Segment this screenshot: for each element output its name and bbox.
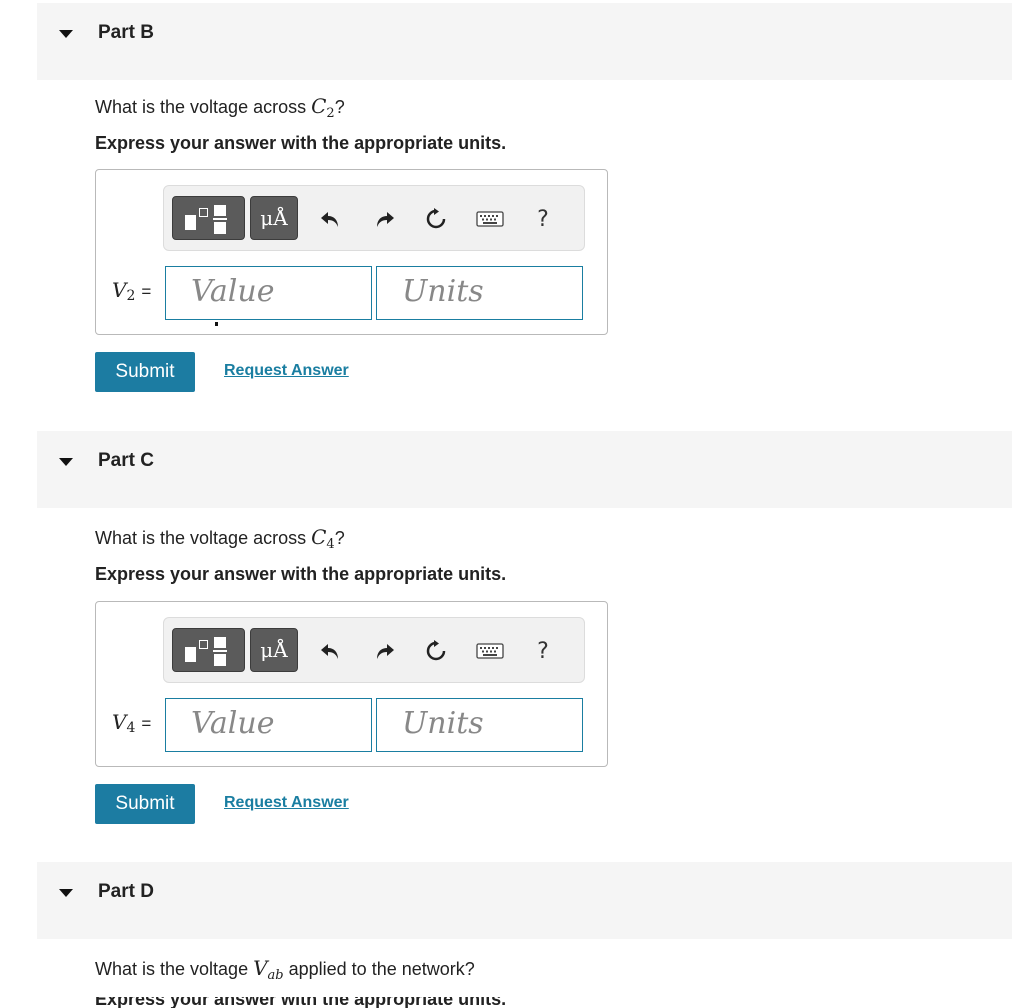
help-icon[interactable]: ? (529, 637, 557, 665)
part-title: Part C (98, 450, 154, 471)
keyboard-icon[interactable] (475, 637, 505, 665)
collapse-caret-icon[interactable] (59, 458, 73, 466)
instruction-text: Express your answer with the appropriate… (95, 564, 507, 584)
templates-icon[interactable] (172, 196, 245, 240)
collapse-caret-icon[interactable] (59, 889, 73, 897)
math-toolbar: μÅ ? (163, 617, 585, 683)
collapse-caret-icon[interactable] (59, 30, 73, 38)
units-input[interactable]: Units (376, 266, 583, 320)
part-d-header[interactable]: Part D (37, 862, 1012, 939)
variable-label: V2 = (112, 278, 152, 304)
math-toolbar: μÅ ? (163, 185, 585, 251)
answer-box: μÅ ? V4 = Value Units (95, 601, 608, 767)
reset-icon[interactable] (422, 205, 450, 233)
request-answer-link[interactable]: Request Answer (224, 362, 349, 380)
part-c-header[interactable]: Part C (37, 431, 1012, 508)
units-button[interactable]: μÅ (250, 628, 298, 672)
part-b-header[interactable]: Part B (37, 3, 1012, 80)
undo-icon[interactable] (316, 637, 344, 665)
mouse-cursor (215, 322, 218, 326)
instruction-text: Express your answer with the appropriate… (95, 133, 507, 153)
value-input[interactable]: Value (165, 266, 372, 320)
request-answer-link[interactable]: Request Answer (224, 794, 349, 812)
help-icon[interactable]: ? (529, 205, 557, 233)
answer-box: μÅ ? V2 = Value Units (95, 169, 608, 335)
part-title: Part B (98, 22, 154, 43)
variable-label: V4 = (112, 710, 152, 736)
templates-icon[interactable] (172, 628, 245, 672)
question-text: What is the voltage across C4? (95, 525, 345, 552)
reset-icon[interactable] (422, 637, 450, 665)
submit-button[interactable]: Submit (95, 352, 195, 392)
instruction-text: Express your answer with the appropriate… (95, 997, 507, 1008)
submit-button[interactable]: Submit (95, 784, 195, 824)
undo-icon[interactable] (316, 205, 344, 233)
units-input[interactable]: Units (376, 698, 583, 752)
value-input[interactable]: Value (165, 698, 372, 752)
units-button[interactable]: μÅ (250, 196, 298, 240)
redo-icon[interactable] (371, 205, 399, 233)
keyboard-icon[interactable] (475, 205, 505, 233)
question-text: What is the voltage across C2? (95, 94, 345, 121)
question-text: What is the voltage Vab applied to the n… (95, 956, 475, 983)
redo-icon[interactable] (371, 637, 399, 665)
part-title: Part D (98, 881, 154, 902)
